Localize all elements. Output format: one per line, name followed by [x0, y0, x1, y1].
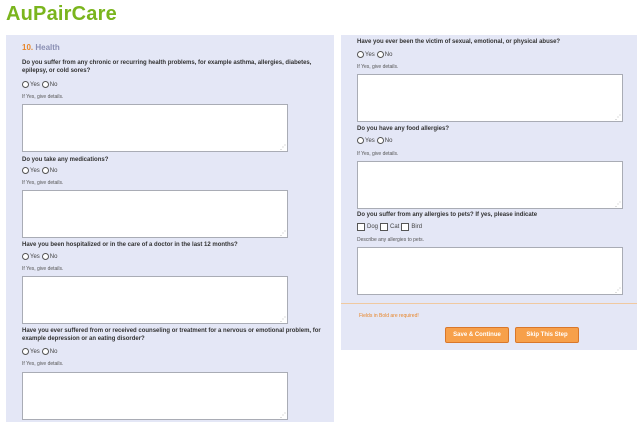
medications-details-textarea[interactable]: ⋰: [22, 190, 288, 238]
hospitalized-yes-radio[interactable]: [22, 253, 29, 260]
pet-cat-checkbox[interactable]: [380, 223, 389, 231]
cat-label: Cat: [390, 224, 400, 230]
abuse-yes-radio[interactable]: [357, 51, 364, 58]
pet-allergies-hint: Describe any allergies to pets.: [357, 237, 424, 243]
medications-hint: If Yes, give details.: [22, 180, 64, 186]
question-hospitalized: Have you been hospitalized or in the car…: [22, 242, 238, 248]
chronic-health-details-textarea[interactable]: ⋰: [22, 104, 288, 152]
medications-no-radio[interactable]: [41, 167, 49, 174]
health-form-left-column: 10. Health Do you suffer from any chroni…: [6, 35, 334, 422]
resize-grip-icon[interactable]: ⋰: [280, 145, 286, 151]
save-continue-button[interactable]: Save & Continue: [445, 327, 509, 343]
question-chronic-health: Do you suffer from any chronic or recurr…: [22, 60, 312, 74]
yes-label: Yes: [365, 137, 375, 144]
section-name: Health: [35, 43, 60, 52]
chronic-health-yes-radio[interactable]: [22, 81, 29, 88]
medications-options: Yes No: [22, 167, 59, 174]
no-label: No: [49, 253, 58, 260]
no-label: No: [49, 348, 58, 355]
yes-label: Yes: [365, 51, 375, 58]
counseling-details-textarea[interactable]: ⋰: [22, 372, 288, 420]
resize-grip-icon[interactable]: ⋰: [280, 413, 286, 419]
counseling-no-radio[interactable]: [41, 348, 49, 355]
no-label: No: [384, 51, 393, 58]
question-counseling: Have you ever suffered from or received …: [22, 328, 321, 342]
abuse-options: Yes No: [357, 51, 394, 58]
medications-yes-radio[interactable]: [22, 167, 29, 174]
food-allergies-no-radio[interactable]: [376, 137, 384, 144]
food-allergies-options: Yes No: [357, 137, 394, 144]
pet-bird-checkbox[interactable]: [401, 223, 410, 231]
section-number: 10.: [22, 43, 34, 52]
abuse-no-radio[interactable]: [376, 51, 384, 58]
required-fields-note: Fields in Bold are required!: [359, 313, 419, 319]
hospitalized-options: Yes No: [22, 253, 59, 260]
hospitalized-hint: If Yes, give details.: [22, 266, 64, 272]
abuse-hint: If Yes, give details.: [357, 64, 399, 70]
resize-grip-icon[interactable]: ⋰: [615, 288, 621, 294]
pet-allergies-options: Dog Cat Bird: [357, 223, 424, 231]
question-medications: Do you take any medications?: [22, 157, 109, 163]
hospitalized-no-radio[interactable]: [41, 253, 49, 260]
dog-label: Dog: [367, 224, 379, 230]
counseling-hint: If Yes, give details.: [22, 361, 64, 367]
chronic-health-options: Yes No: [22, 81, 59, 88]
question-pet-allergies: Do you suffer from any allergies to pets…: [357, 212, 538, 218]
resize-grip-icon[interactable]: ⋰: [280, 317, 286, 323]
pet-dog-checkbox[interactable]: [357, 223, 365, 231]
hospitalized-details-textarea[interactable]: ⋰: [22, 276, 288, 324]
yes-label: Yes: [30, 167, 40, 174]
yes-label: Yes: [30, 81, 40, 88]
abuse-details-textarea[interactable]: ⋰: [357, 74, 623, 122]
no-label: No: [49, 81, 58, 88]
food-allergies-hint: If Yes, give details.: [357, 151, 399, 157]
resize-grip-icon[interactable]: ⋰: [615, 202, 621, 208]
question-abuse: Have you ever been the victim of sexual,…: [357, 39, 561, 45]
no-label: No: [49, 167, 58, 174]
yes-label: Yes: [30, 253, 40, 260]
food-allergies-yes-radio[interactable]: [357, 137, 364, 144]
yes-label: Yes: [30, 348, 40, 355]
pet-allergies-details-textarea[interactable]: ⋰: [357, 247, 623, 295]
counseling-yes-radio[interactable]: [22, 348, 29, 355]
skip-step-button[interactable]: Skip This Step: [515, 327, 579, 343]
chronic-health-hint: If Yes, give details.: [22, 94, 64, 100]
bird-label: Bird: [411, 224, 423, 230]
resize-grip-icon[interactable]: ⋰: [280, 231, 286, 237]
section-title: 10. Health: [22, 43, 60, 52]
no-label: No: [384, 137, 393, 144]
brand-logo: AuPairCare: [6, 3, 117, 25]
counseling-options: Yes No: [22, 348, 59, 355]
health-form-right-column: Have you ever been the victim of sexual,…: [341, 35, 637, 350]
resize-grip-icon[interactable]: ⋰: [615, 115, 621, 121]
chronic-health-no-radio[interactable]: [41, 81, 49, 88]
question-food-allergies: Do you have any food allergies?: [357, 126, 450, 132]
footer-divider: [341, 303, 637, 304]
food-allergies-details-textarea[interactable]: ⋰: [357, 161, 623, 209]
